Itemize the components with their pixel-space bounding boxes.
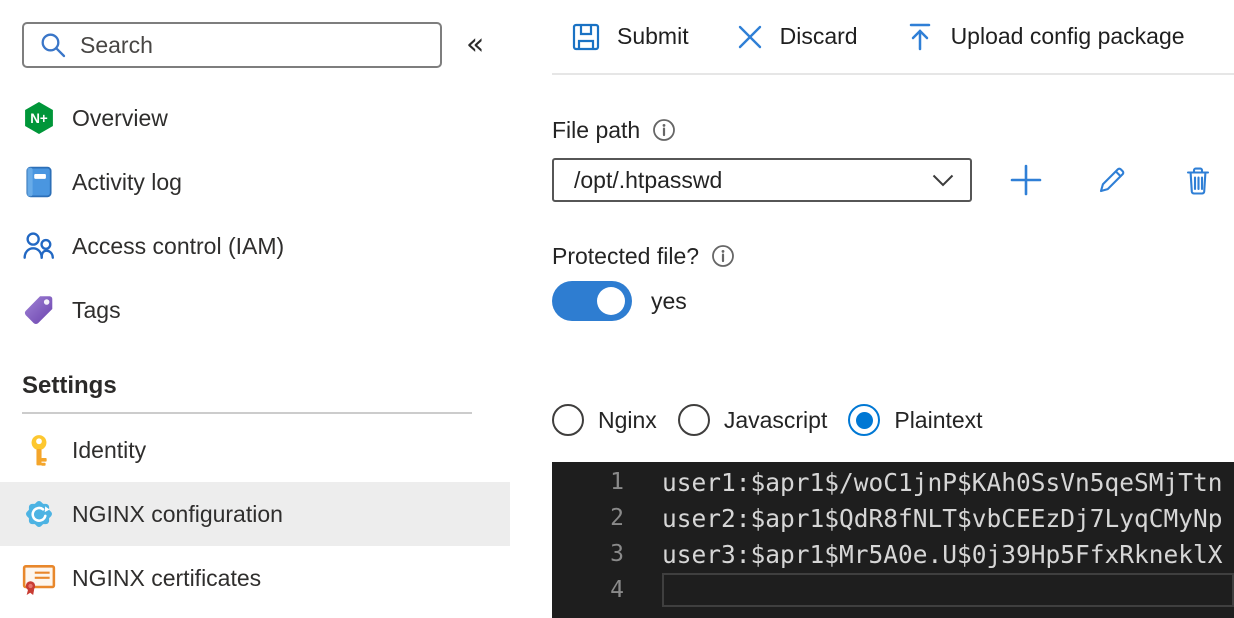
line-text-cursor[interactable] xyxy=(662,573,1234,607)
protected-file-label-row: Protected file? xyxy=(552,242,1234,270)
file-path-dropdown[interactable]: /opt/.htpasswd xyxy=(552,158,972,202)
gear-icon xyxy=(22,497,56,531)
search-input[interactable] xyxy=(80,31,428,59)
sidebar-section-header-settings: Settings xyxy=(22,372,117,399)
line-number: 1 xyxy=(610,469,624,495)
info-icon[interactable] xyxy=(652,118,676,142)
sidebar-item-label: Tags xyxy=(72,296,121,323)
activity-log-icon xyxy=(22,165,56,199)
discard-label: Discard xyxy=(779,23,858,49)
file-path-label: File path xyxy=(552,116,641,143)
access-control-icon xyxy=(22,229,56,263)
editor-line: 1 user1:$apr1$/woC1jnP$KAh0SsVn5qeSMjTtn xyxy=(552,464,1234,500)
sidebar-item-label: Activity log xyxy=(72,168,182,195)
upload-label: Upload config package xyxy=(950,23,1185,49)
delete-file-button[interactable] xyxy=(1180,162,1216,198)
sidebar-nav: N+ Overview Activity log Access control … xyxy=(0,86,510,342)
radio-label: Javascript xyxy=(723,406,828,433)
radio-plaintext[interactable]: Plaintext xyxy=(848,404,983,436)
sidebar-item-activity-log[interactable]: Activity log xyxy=(0,150,510,214)
submit-button[interactable]: Submit xyxy=(570,21,689,53)
add-file-button[interactable] xyxy=(1008,162,1044,198)
edit-file-button[interactable] xyxy=(1094,162,1130,198)
trash-icon xyxy=(1186,167,1210,195)
nginx-configuration-page: « N+ Overview xyxy=(0,0,1234,618)
line-number: 3 xyxy=(610,541,624,567)
radio-nginx[interactable]: Nginx xyxy=(552,404,657,436)
sidebar-item-nginx-certificates[interactable]: NGINX certificates xyxy=(0,546,510,610)
upload-config-package-button[interactable]: Upload config package xyxy=(904,21,1185,53)
configuration-panel: Submit Discard Upload config package Fil… xyxy=(552,0,1234,618)
file-path-label-row: File path xyxy=(552,116,1234,144)
search-box[interactable] xyxy=(22,22,442,68)
editor-line: 3 user3:$apr1$Mr5A0e.U$0j39Hp5FfxRkneklX xyxy=(552,536,1234,572)
line-text[interactable]: user1:$apr1$/woC1jnP$KAh0SsVn5qeSMjTtn xyxy=(662,465,1234,499)
discard-button[interactable]: Discard xyxy=(735,22,858,52)
plus-icon xyxy=(1010,164,1042,196)
resource-menu-sidebar: « N+ Overview xyxy=(0,0,510,618)
file-path-value: /opt/.htpasswd xyxy=(574,166,723,193)
protected-file-toggle-row: yes xyxy=(552,281,1234,321)
sidebar-item-label: Overview xyxy=(72,104,168,131)
sidebar-settings-items: Identity NGINX configuration NGINX certi… xyxy=(0,418,510,610)
sidebar-item-overview[interactable]: N+ Overview xyxy=(0,86,510,150)
radio-label: Nginx xyxy=(598,406,657,433)
tag-icon xyxy=(22,293,56,327)
sidebar-item-access-control[interactable]: Access control (IAM) xyxy=(0,214,510,278)
sidebar-search-row: « xyxy=(0,0,510,68)
command-bar: Submit Discard Upload config package xyxy=(552,0,1234,75)
key-icon xyxy=(22,433,56,467)
nginx-logo-icon: N+ xyxy=(22,101,56,135)
close-icon xyxy=(738,25,761,48)
sidebar-item-identity[interactable]: Identity xyxy=(0,418,510,482)
line-text[interactable]: user3:$apr1$Mr5A0e.U$0j39Hp5FfxRkneklX xyxy=(662,537,1234,571)
upload-icon xyxy=(909,23,930,50)
editor-line-current: 4 xyxy=(552,572,1234,608)
config-file-editor[interactable]: 1 user1:$apr1$/woC1jnP$KAh0SsVn5qeSMjTtn… xyxy=(552,462,1234,618)
sidebar-item-label: NGINX certificates xyxy=(72,564,262,591)
submit-label: Submit xyxy=(617,23,689,49)
collapse-sidebar-button[interactable]: « xyxy=(462,30,488,60)
sidebar-item-nginx-configuration[interactable]: NGINX configuration xyxy=(0,482,510,546)
toggle-knob xyxy=(597,287,625,315)
syntax-radio-group: Nginx Javascript Plaintext xyxy=(552,402,1234,438)
save-icon xyxy=(572,23,600,50)
sidebar-item-label: NGINX configuration xyxy=(72,500,283,527)
protected-file-label: Protected file? xyxy=(552,242,700,269)
radio-circle xyxy=(677,404,710,436)
radio-label: Plaintext xyxy=(894,406,983,433)
line-number: 4 xyxy=(610,577,624,603)
sidebar-item-tags[interactable]: Tags xyxy=(0,278,510,342)
editor-line: 2 user2:$apr1$QdR8fNLT$vbCEEzDj7LyqCMyNp xyxy=(552,500,1234,536)
pencil-icon xyxy=(1099,167,1125,193)
protected-file-toggle[interactable] xyxy=(552,281,632,321)
sidebar-item-label: Access control (IAM) xyxy=(72,232,285,259)
toggle-state-label: yes xyxy=(651,287,687,314)
file-path-row: /opt/.htpasswd xyxy=(552,158,1234,202)
radio-javascript[interactable]: Javascript xyxy=(677,404,828,436)
line-number: 2 xyxy=(610,505,624,531)
sidebar-item-label: Identity xyxy=(72,436,147,463)
radio-circle xyxy=(848,404,881,436)
info-icon[interactable] xyxy=(711,244,735,268)
certificate-icon xyxy=(22,561,56,595)
sidebar-divider xyxy=(22,412,472,414)
line-text[interactable]: user2:$apr1$QdR8fNLT$vbCEEzDj7LyqCMyNp xyxy=(662,501,1234,535)
radio-circle xyxy=(552,404,584,436)
chevron-down-icon xyxy=(932,174,954,186)
search-icon xyxy=(41,33,66,58)
svg-text:N+: N+ xyxy=(30,111,48,126)
